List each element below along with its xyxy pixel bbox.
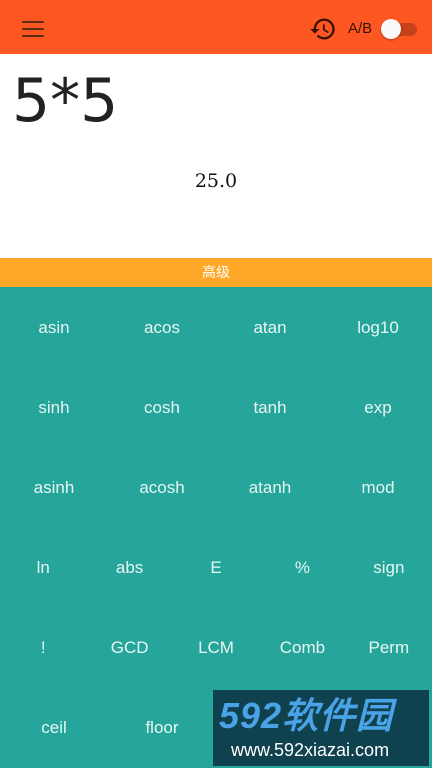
key-acos[interactable]: acos (108, 288, 216, 368)
key-comb[interactable]: Comb (259, 608, 345, 688)
expression-input[interactable] (12, 68, 412, 134)
calculator-app: A/B 25.0 高级 asin acos atan log10 sinh co… (0, 0, 432, 768)
key-floor[interactable]: floor (108, 688, 216, 768)
calculator-display: 25.0 (0, 54, 432, 258)
key-acosh[interactable]: acosh (108, 448, 216, 528)
key-tanh[interactable]: tanh (216, 368, 324, 448)
key-gcd[interactable]: GCD (86, 608, 172, 688)
watermark-title: 592软件园 (219, 695, 394, 736)
menu-button[interactable] (18, 18, 48, 40)
key-atanh[interactable]: atanh (216, 448, 324, 528)
menu-icon-line-bottom (22, 35, 44, 37)
menu-icon-line-top (22, 21, 44, 23)
ab-mode-label: A/B (348, 20, 373, 37)
key-row-3: asinh acosh atanh mod (0, 448, 432, 528)
key-asin[interactable]: asin (0, 288, 108, 368)
ab-mode-toggle[interactable] (381, 19, 419, 39)
toolbar: A/B (0, 0, 432, 54)
key-row-1: asin acos atan log10 (0, 288, 432, 368)
history-icon (310, 18, 335, 40)
menu-icon-line-middle (22, 28, 44, 30)
key-lcm[interactable]: LCM (173, 608, 259, 688)
key-row-4: ln abs E % sign (0, 528, 432, 608)
key-mod[interactable]: mod (324, 448, 432, 528)
key-cosh[interactable]: cosh (108, 368, 216, 448)
key-sinh[interactable]: sinh (0, 368, 108, 448)
key-ceil[interactable]: ceil (0, 688, 108, 768)
key-percent[interactable]: % (259, 528, 345, 608)
key-e[interactable]: E (173, 528, 259, 608)
site-watermark: 592软件园 www.592xiazai.com (213, 690, 429, 766)
advanced-tab[interactable]: 高级 (0, 258, 432, 287)
history-button[interactable] (309, 15, 337, 43)
key-asinh[interactable]: asinh (0, 448, 108, 528)
key-abs[interactable]: abs (86, 528, 172, 608)
key-ln[interactable]: ln (0, 528, 86, 608)
key-row-5: ! GCD LCM Comb Perm (0, 608, 432, 688)
key-sign[interactable]: sign (346, 528, 432, 608)
key-exp[interactable]: exp (324, 368, 432, 448)
toggle-thumb (381, 19, 401, 39)
result-text: 25.0 (194, 170, 238, 192)
key-row-2: sinh cosh tanh exp (0, 368, 432, 448)
key-log10[interactable]: log10 (324, 288, 432, 368)
key-perm[interactable]: Perm (346, 608, 432, 688)
key-factorial[interactable]: ! (0, 608, 86, 688)
key-atan[interactable]: atan (216, 288, 324, 368)
watermark-url: www.592xiazai.com (231, 740, 390, 760)
